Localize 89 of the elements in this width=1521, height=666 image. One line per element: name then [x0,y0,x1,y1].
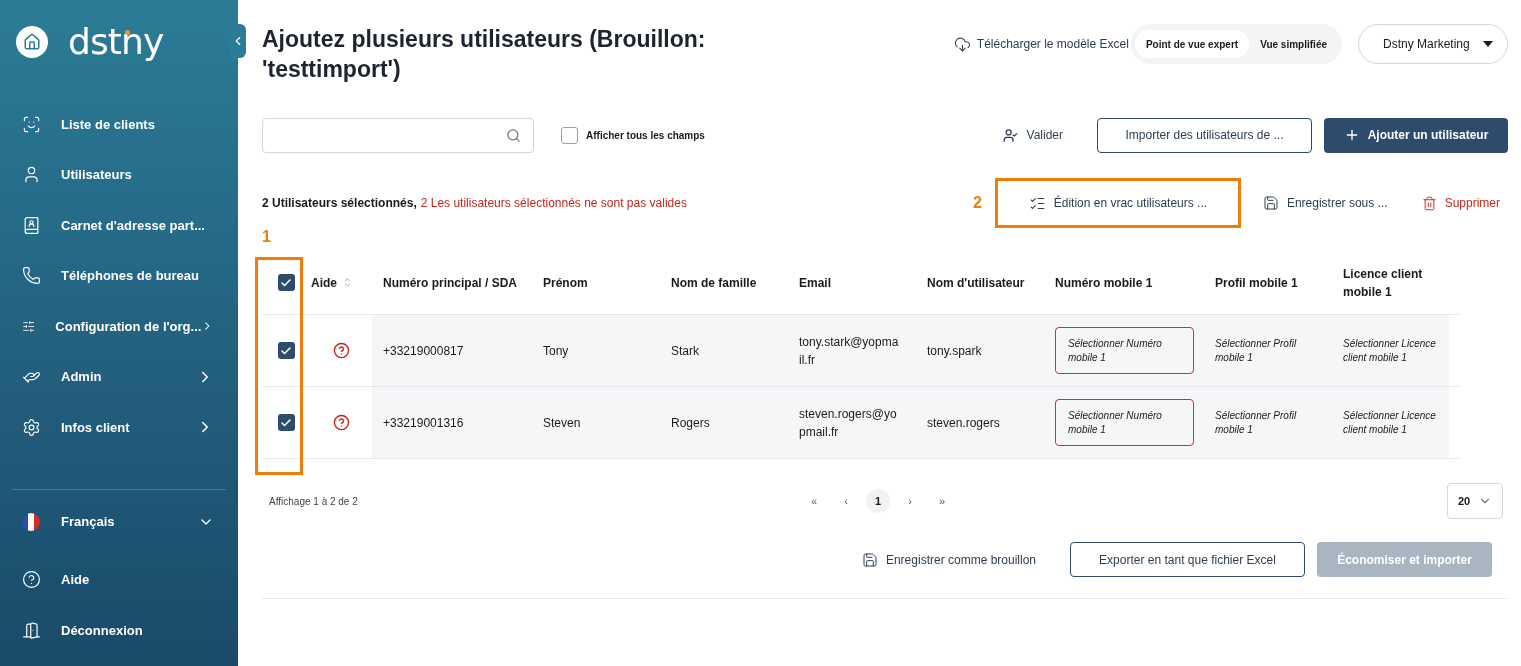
search-field[interactable] [262,117,534,153]
sort-icon [342,277,353,288]
import-button[interactable]: Importer des utilisateurs de ... [1097,117,1312,153]
nav-item[interactable]: Utilisateurs [0,149,238,200]
select-field[interactable]: Sélectionner Licence client mobile 1 [1332,315,1449,386]
nav-item[interactable]: Téléphones de bureau [0,250,238,301]
user-scan-icon [22,114,41,134]
column-header: Nom de famille [670,274,758,292]
collapse-button[interactable] [230,24,246,58]
table-cell: steven.rogers [916,387,1044,458]
selection-count: 2 Utilisateurs sélectionnés, [262,195,417,212]
nav-item[interactable]: Liste de clients [0,99,238,150]
select-field[interactable]: Sélectionner Numéro mobile 1 [1055,327,1194,374]
column-header: Prénom [542,274,589,292]
save-draft-button[interactable]: Enregistrer comme brouillon [861,550,1036,569]
page-button[interactable]: ‹ [834,489,858,513]
page-button[interactable]: › [898,489,922,513]
table-cell: Stark [660,315,788,386]
download-link[interactable]: Télécharger le modèle Excel [953,35,1129,53]
home-icon [23,33,41,51]
delete-button[interactable]: Supprimer [1421,194,1500,212]
search-icon [506,127,521,143]
column-header: Numéro mobile 1 [1054,274,1154,292]
select-field[interactable]: Sélectionner Licence client mobile 1 [1332,387,1449,458]
table-cell: Tony [532,315,660,386]
column-header: Email [798,274,832,292]
table-cell: steven.rogers@yopmail.fr [788,387,916,458]
bulk-edit-button[interactable]: Édition en vrac utilisateurs ... [1028,194,1208,212]
view-tab[interactable]: Vue simplifiée [1249,30,1338,58]
column-header: Numéro principal / SDA [382,274,519,292]
pagination-summary: Affichage 1 à 2 de 2 [268,494,359,509]
save-icon [1262,195,1279,211]
save-as-button[interactable]: Enregistrer sous ... [1262,194,1388,212]
home-button[interactable] [16,26,48,58]
column-header[interactable]: Aide [310,273,372,292]
checkmark-icon [280,416,292,429]
add-user-button[interactable]: Ajouter un utilisateur [1324,117,1508,153]
help-icon[interactable] [332,414,350,431]
nav-item[interactable]: Carnet d'adresse part... [0,200,238,251]
save-icon [861,551,878,568]
caret-icon [1483,41,1493,47]
language-selector[interactable]: Français [0,490,238,554]
logo: dstny [68,24,164,60]
page-title: Ajoutez plusieurs utilisateurs (Brouillon: 'testtimport') [262,25,707,84]
table-cell: +33219001316 [372,387,532,458]
checkmark-icon [280,344,292,357]
nav-item[interactable]: Configuration de l'org... [0,301,238,352]
validation-error: 2 Les utilisateurs sélectionnés ne sont pas valides [420,195,687,212]
nav-item[interactable]: Admin [0,351,238,402]
table-cell: Rogers [660,387,788,458]
help-icon [22,570,41,589]
trash-icon [1421,195,1437,211]
select-field[interactable]: Sélectionner Profil mobile 1 [1204,315,1332,386]
cloud-download-icon [953,35,971,53]
view-tab[interactable]: Point de vue expert [1134,30,1250,58]
page-size-select[interactable]: 20 [1447,483,1503,519]
nav-item[interactable]: Infos client [0,402,238,453]
settings-icon [22,417,41,437]
page-button[interactable]: 1 [866,489,890,513]
checkbox[interactable] [561,126,578,144]
validate-button[interactable]: Valider [1002,126,1063,144]
nav-item[interactable]: Déconnexion [0,605,238,656]
checkbox[interactable] [277,414,295,431]
annotation-label: 1 [262,227,271,247]
flag-icon [22,513,40,531]
select-field[interactable]: Sélectionner Numéro mobile 1 [1055,399,1194,446]
page-button[interactable]: » [930,489,954,513]
table-cell: Steven [532,387,660,458]
table-cell: tony.stark@yopmail.fr [788,315,916,386]
door-icon [22,621,41,640]
checkbox-label: Afficher tous les champs [586,128,705,143]
column-header: Licence client mobile 1 [1342,265,1424,301]
table-cell: tony.spark [916,315,1044,386]
annotation-label: 2 [973,193,982,213]
column-header: Profil mobile 1 [1214,274,1299,292]
nav-item[interactable]: Aide [0,554,238,605]
phone-icon [22,266,41,286]
table-cell: +33219000817 [372,315,532,386]
page-button[interactable]: « [802,489,826,513]
checkmark-icon [280,276,292,289]
address-book-icon [22,215,41,235]
checkbox[interactable] [277,274,295,291]
checkbox[interactable] [277,342,295,359]
help-icon[interactable] [332,342,350,359]
export-button[interactable]: Exporter en tant que fichier Excel [1070,542,1305,577]
column-header: Nom d'utilisateur [926,274,1026,292]
user-check-icon [1002,127,1018,143]
user-icon [22,165,41,185]
select-field[interactable]: Sélectionner Profil mobile 1 [1204,387,1332,458]
